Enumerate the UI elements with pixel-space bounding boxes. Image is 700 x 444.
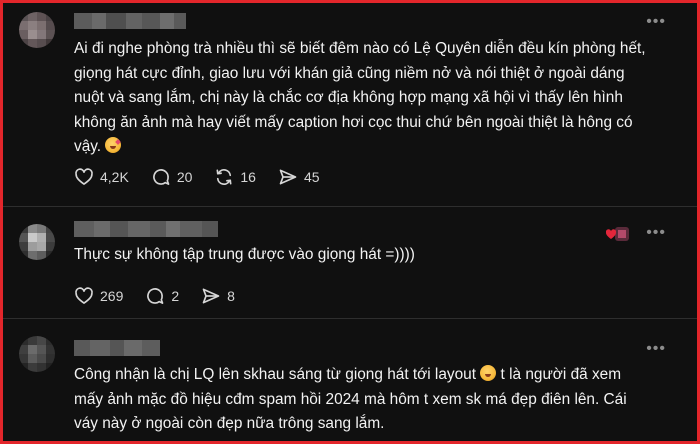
action-bar: 269 2 8	[74, 285, 257, 307]
comment-text-part: Ai đi nghe phòng trà nhiều thì sẽ biết đ…	[74, 40, 646, 155]
share-button[interactable]: 8	[201, 286, 235, 306]
like-button[interactable]: 4,2K	[74, 167, 129, 187]
more-options-icon[interactable]: •••	[646, 341, 666, 357]
like-button[interactable]: 269	[74, 286, 123, 306]
username-redacted[interactable]	[74, 13, 186, 29]
share-button[interactable]: 45	[278, 167, 320, 187]
username-redacted[interactable]	[74, 221, 218, 237]
action-bar: 4,2K 20 16 45	[74, 166, 342, 188]
comment-post-3: ••• Công nhận là chị LQ lên skhau sáng t…	[0, 318, 700, 444]
avatar[interactable]	[19, 224, 55, 260]
like-count: 4,2K	[100, 169, 129, 185]
repost-count: 16	[240, 169, 256, 185]
avatar[interactable]	[19, 12, 55, 48]
avatar[interactable]	[19, 336, 55, 372]
comment-button[interactable]: 20	[151, 167, 193, 187]
like-count: 269	[100, 288, 124, 304]
comment-text-part: Thực sự không tập trung được vào giọng h…	[74, 246, 415, 263]
share-count: 45	[303, 169, 320, 185]
comment-text: Ai đi nghe phòng trà nhiều thì sẽ biết đ…	[74, 37, 654, 160]
heart-avatar-reaction-icon	[606, 227, 629, 241]
more-options-icon[interactable]: •••	[646, 14, 666, 30]
comment-button[interactable]: 2	[145, 286, 179, 306]
comment-bubble-icon	[152, 169, 170, 185]
smiling-face-emoji	[480, 365, 497, 381]
comment-text-part: Công nhận là chị LQ lên skhau sáng từ gi…	[74, 366, 481, 383]
kissing-face-emoji	[105, 137, 122, 153]
comment-text: Công nhận là chị LQ lên skhau sáng từ gi…	[74, 363, 654, 437]
username-redacted[interactable]	[74, 340, 160, 356]
comment-bubble-icon	[147, 288, 164, 304]
comment-count: 20	[176, 169, 193, 185]
comment-post-1: ••• Ai đi nghe phòng trà nhiều thì sẽ bi…	[0, 0, 700, 205]
repost-button[interactable]: 16	[214, 167, 256, 187]
send-icon	[202, 288, 220, 304]
comment-post-2: ••• Thực sự không tập trung được vào giọ…	[0, 206, 700, 318]
repost-arrows-icon	[216, 169, 232, 185]
heart-icon	[75, 287, 93, 304]
more-options-icon[interactable]: •••	[646, 225, 666, 241]
comment-text: Thực sự không tập trung được vào giọng h…	[74, 243, 654, 268]
share-count: 8	[227, 288, 235, 304]
comment-count: 2	[171, 288, 180, 304]
send-icon	[279, 169, 297, 185]
heart-icon	[75, 168, 93, 185]
